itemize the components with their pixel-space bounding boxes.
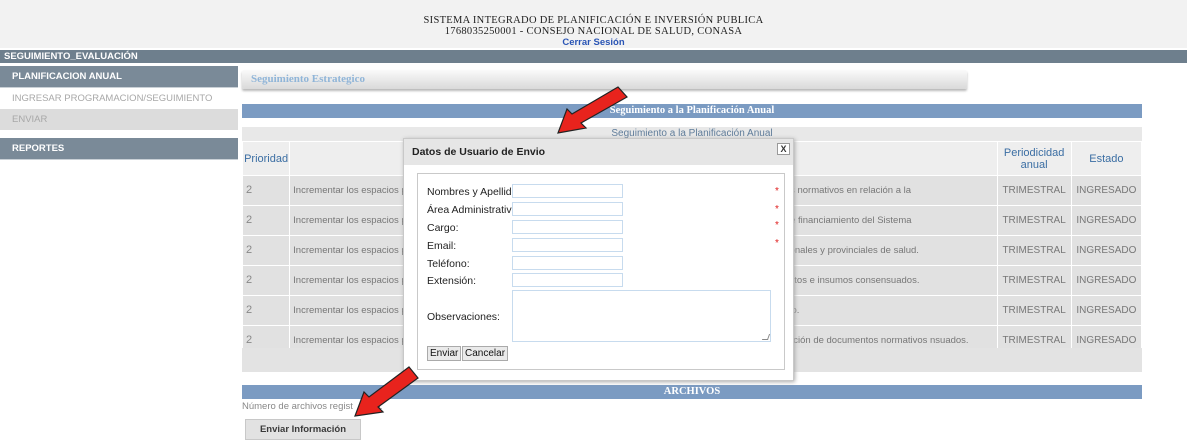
sidebar: PLANIFICACION ANUAL INGRESAR PROGRAMACIO… [0,66,238,160]
dialog-form: Nombres y Apellidos: * Área Administrati… [417,173,785,370]
cell-estado: INGRESADO [1070,265,1143,296]
label-cargo: Cargo: [427,222,459,234]
sidebar-item-reportes[interactable]: REPORTES [0,138,238,160]
cell-prioridad: 2 [241,295,291,326]
label-extension: Extensión: [427,275,477,287]
resize-grip-icon[interactable] [761,334,771,340]
observaciones-textarea[interactable] [512,290,771,342]
app-header: SISTEMA INTEGRADO DE PLANIFICACIÓN E INV… [0,0,1187,48]
dialog-title-bar: Datos de Usuario de Envio X [404,139,793,165]
label-observaciones: Observaciones: [427,311,500,323]
cell-periodicidad: TRIMESTRAL [996,295,1072,326]
cell-periodicidad: TRIMESTRAL [996,175,1072,206]
send-info-button[interactable]: Enviar Información [245,419,361,440]
close-icon[interactable]: X [777,143,790,155]
entity-name: 1768035250001 - CONSEJO NACIONAL DE SALU… [444,26,743,37]
col-periodicidad: Periodicidad anual [996,141,1072,176]
label-email: Email: [427,240,457,252]
cell-periodicidad: TRIMESTRAL [996,205,1072,236]
col-estado: Estado [1070,141,1143,176]
cell-prioridad: 2 [241,175,291,206]
plan-bar: Seguimiento a la Planificación Anual [242,104,1142,118]
section-bar: SEGUIMIENTO_EVALUACIÓN [0,50,1187,63]
telefono-input[interactable] [512,256,623,270]
files-count-label: Número de archivos regist [242,401,353,412]
cell-estado: INGRESADO [1070,235,1143,266]
enviar-button[interactable]: Enviar [427,346,462,361]
sidebar-item-planificacion[interactable]: PLANIFICACION ANUAL [0,66,238,88]
cell-periodicidad: TRIMESTRAL [996,235,1072,266]
cargo-input[interactable] [512,220,623,234]
email-field[interactable] [512,238,623,252]
red-arrow-icon [557,86,628,134]
send-user-dialog: Datos de Usuario de Envio X Nombres y Ap… [403,138,794,381]
label-nombres: Nombres y Apellidos: [427,186,526,198]
cell-prioridad: 2 [241,235,291,266]
system-title: SISTEMA INTEGRADO DE PLANIFICACIÓN E INV… [423,15,764,26]
nombres-input[interactable] [512,184,623,198]
col-prioridad: Prioridad [241,141,291,176]
label-telefono: Teléfono: [427,258,470,270]
logout-link[interactable]: Cerrar Sesión [0,37,1187,48]
cell-estado: INGRESADO [1070,175,1143,206]
cell-estado: INGRESADO [1070,295,1143,326]
required-mark: * [775,186,779,197]
label-area: Área Administrativa: [427,204,521,216]
extension-input[interactable] [512,273,623,287]
required-mark: * [775,220,779,231]
sidebar-item-ingresar[interactable]: INGRESAR PROGRAMACION/SEGUIMIENTO [0,88,238,109]
red-arrow-icon [354,366,419,417]
cell-periodicidad: TRIMESTRAL [996,265,1072,296]
sidebar-item-enviar[interactable]: ENVIAR [0,109,238,130]
area-input[interactable] [512,202,623,216]
cancelar-button[interactable]: Cancelar [462,346,509,361]
required-mark: * [775,204,779,215]
cell-prioridad: 2 [241,205,291,236]
dialog-title: Datos de Usuario de Envio [412,146,546,158]
required-mark: * [775,238,779,249]
cell-prioridad: 2 [241,265,291,296]
cell-estado: INGRESADO [1070,205,1143,236]
